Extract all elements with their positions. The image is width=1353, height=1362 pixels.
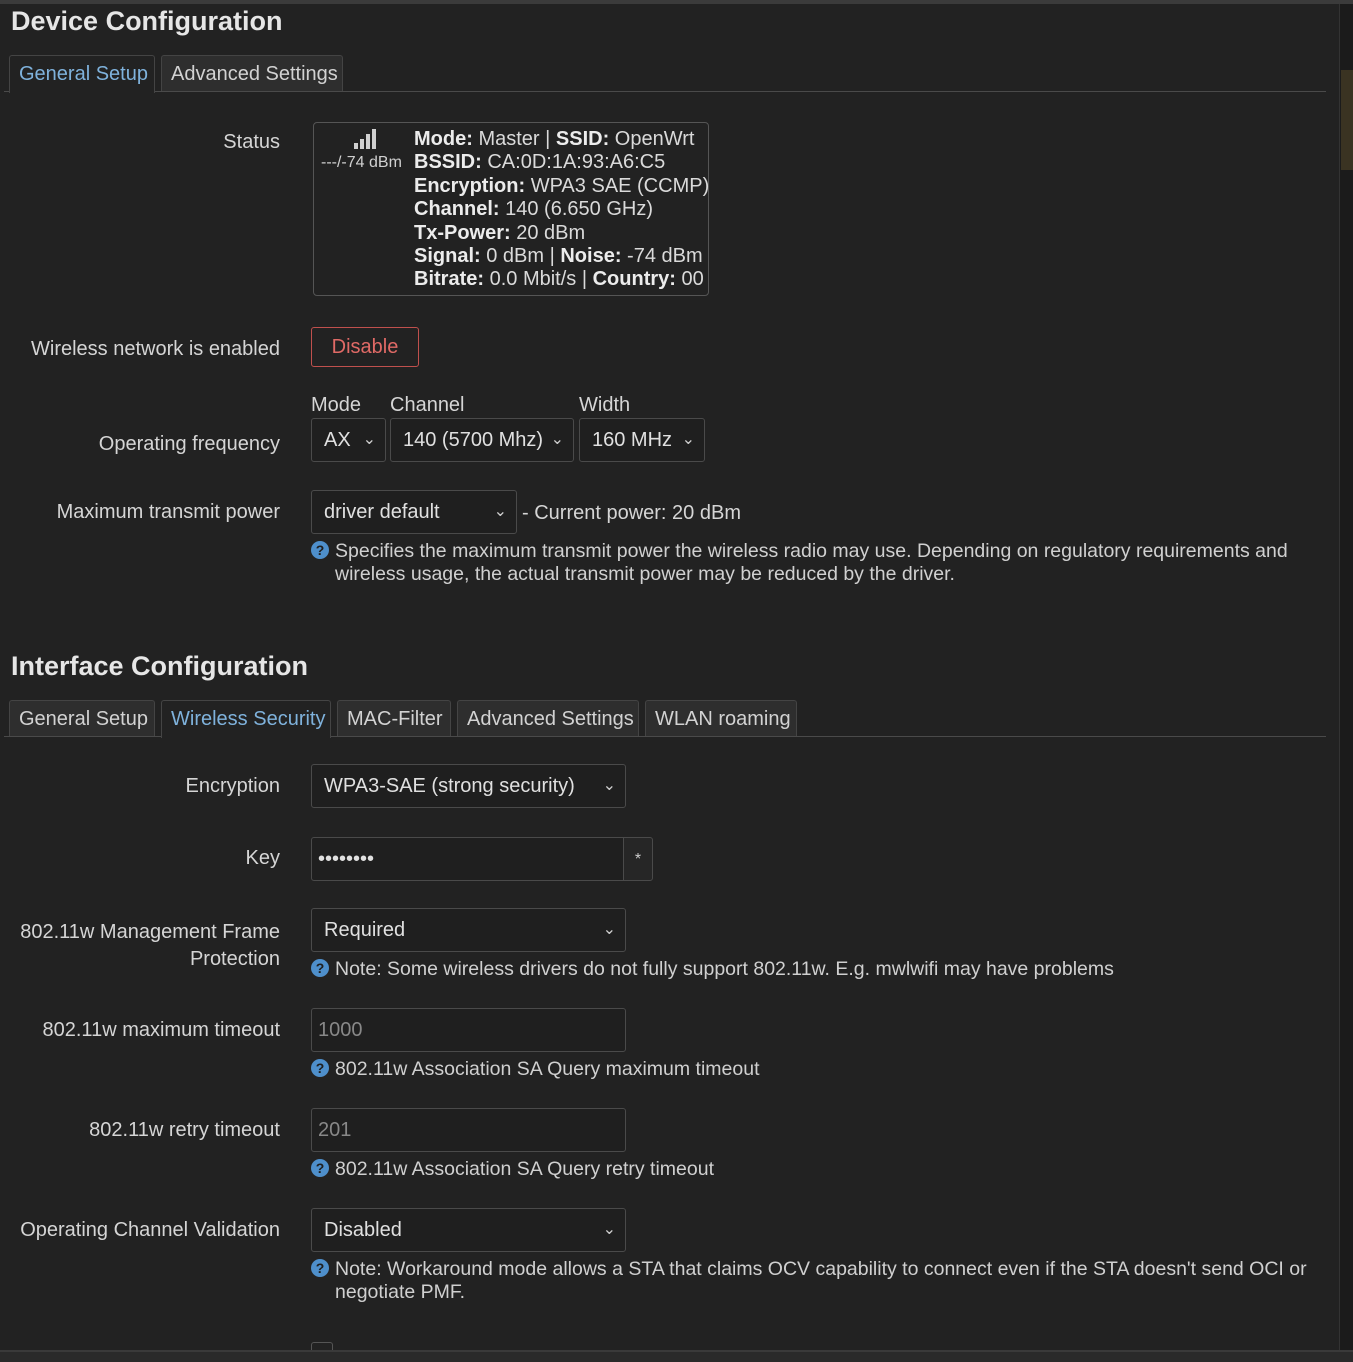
tab-wireless-security[interactable]: Wireless Security: [161, 700, 331, 738]
status-line-txpower: Tx-Power: 20 dBm: [414, 221, 586, 244]
help-icon: ?: [311, 1159, 329, 1177]
mode-label: Mode: [311, 394, 362, 416]
tab-device-general-setup[interactable]: General Setup: [9, 55, 155, 93]
channel-select[interactable]: 140 (5700 Mhz) ⌄: [390, 418, 574, 462]
signal-strength-icon: [354, 129, 376, 149]
mfp-help: ? Note: Some wireless drivers do not full…: [311, 958, 1114, 981]
chevron-down-icon: ⌄: [493, 503, 507, 520]
channel-label: Channel: [390, 394, 465, 416]
chevron-down-icon: ⌄: [602, 921, 616, 938]
max-timeout-input[interactable]: 1000: [311, 1008, 626, 1052]
status-details: Mode: Master | SSID: OpenWrt BSSID: CA:0…: [414, 128, 709, 292]
operating-frequency-label: Operating frequency: [98, 433, 280, 455]
ocv-label: Operating Channel Validation: [20, 1219, 280, 1241]
key-input[interactable]: ••••••••: [311, 837, 624, 881]
help-icon: ?: [311, 1259, 329, 1277]
tab-wlan-roaming[interactable]: WLAN roaming: [645, 700, 797, 736]
chevron-down-icon: ⌄: [681, 431, 695, 448]
ocv-select[interactable]: Disabled ⌄: [311, 1208, 626, 1252]
tab-iface-general-setup[interactable]: General Setup: [9, 700, 155, 736]
encryption-label: Encryption: [185, 775, 281, 797]
status-line-bssid: BSSID: CA:0D:1A:93:A6:C5: [414, 151, 666, 174]
max-timeout-label: 802.11w maximum timeout: [42, 1019, 281, 1041]
tab-mac-filter[interactable]: MAC-Filter: [337, 700, 451, 736]
status-line-signal: Signal: 0 dBm | Noise: -74 dBm: [414, 245, 703, 268]
chevron-down-icon: ⌄: [602, 1221, 616, 1238]
width-select[interactable]: 160 MHz ⌄: [579, 418, 705, 462]
reveal-key-button[interactable]: *: [623, 837, 653, 881]
device-config-title: Device Configuration: [11, 6, 283, 36]
status-line-mode: Mode: Master | SSID: OpenWrt: [414, 128, 695, 150]
help-icon: ?: [311, 541, 329, 559]
mfp-select[interactable]: Required ⌄: [311, 908, 626, 952]
key-label: Key: [245, 847, 280, 869]
retry-timeout-help: ? 802.11w Association SA Query retry time…: [311, 1158, 714, 1181]
retry-timeout-input[interactable]: 201: [311, 1108, 626, 1152]
status-line-bitrate: Bitrate: 0.0 Mbit/s | Country: 00: [414, 268, 704, 291]
chevron-down-icon: ⌄: [362, 431, 376, 448]
scrollbar-track[interactable]: [1339, 4, 1353, 1350]
interface-config-title: Interface Configuration: [11, 651, 309, 681]
window-bottom-border: [0, 1350, 1353, 1362]
ocv-help: ? Note: Workaround mode allows a STA that…: [311, 1258, 1325, 1304]
encryption-select[interactable]: WPA3-SAE (strong security) ⌄: [311, 764, 626, 808]
disable-button[interactable]: Disable: [311, 327, 419, 367]
transmit-power-select[interactable]: driver default ⌄: [311, 490, 517, 534]
help-icon: ?: [311, 959, 329, 977]
mfp-label: 802.11w Management Frame Protection: [20, 921, 280, 970]
help-icon: ?: [311, 1059, 329, 1077]
chevron-down-icon: ⌄: [602, 777, 616, 794]
status-line-channel: Channel: 140 (6.650 GHz): [414, 198, 653, 221]
status-label: Status: [223, 131, 280, 153]
width-label: Width: [579, 394, 631, 416]
wireless-enabled-label: Wireless network is enabled: [31, 338, 280, 360]
status-box: ---/-74 dBm Mode: Master | SSID: OpenWrt…: [313, 122, 709, 296]
status-line-encryption: Encryption: WPA3 SAE (CCMP): [414, 174, 710, 197]
window-top-border: [0, 0, 1353, 4]
chevron-down-icon: ⌄: [550, 431, 564, 448]
current-power-text: - Current power: 20 dBm: [522, 502, 741, 524]
txpower-help: ? Specifies the maximum transmit power th…: [311, 540, 1325, 586]
tab-device-advanced-settings[interactable]: Advanced Settings: [161, 55, 343, 91]
retry-timeout-label: 802.11w retry timeout: [89, 1119, 280, 1141]
signal-text: ---/-74 dBm: [321, 154, 402, 171]
mode-select[interactable]: AX ⌄: [311, 418, 386, 462]
tab-iface-advanced-settings[interactable]: Advanced Settings: [457, 700, 639, 736]
scrollbar-thumb[interactable]: [1341, 70, 1353, 170]
max-timeout-help: ? 802.11w Association SA Query maximum ti…: [311, 1058, 760, 1081]
max-transmit-power-label: Maximum transmit power: [56, 501, 280, 523]
